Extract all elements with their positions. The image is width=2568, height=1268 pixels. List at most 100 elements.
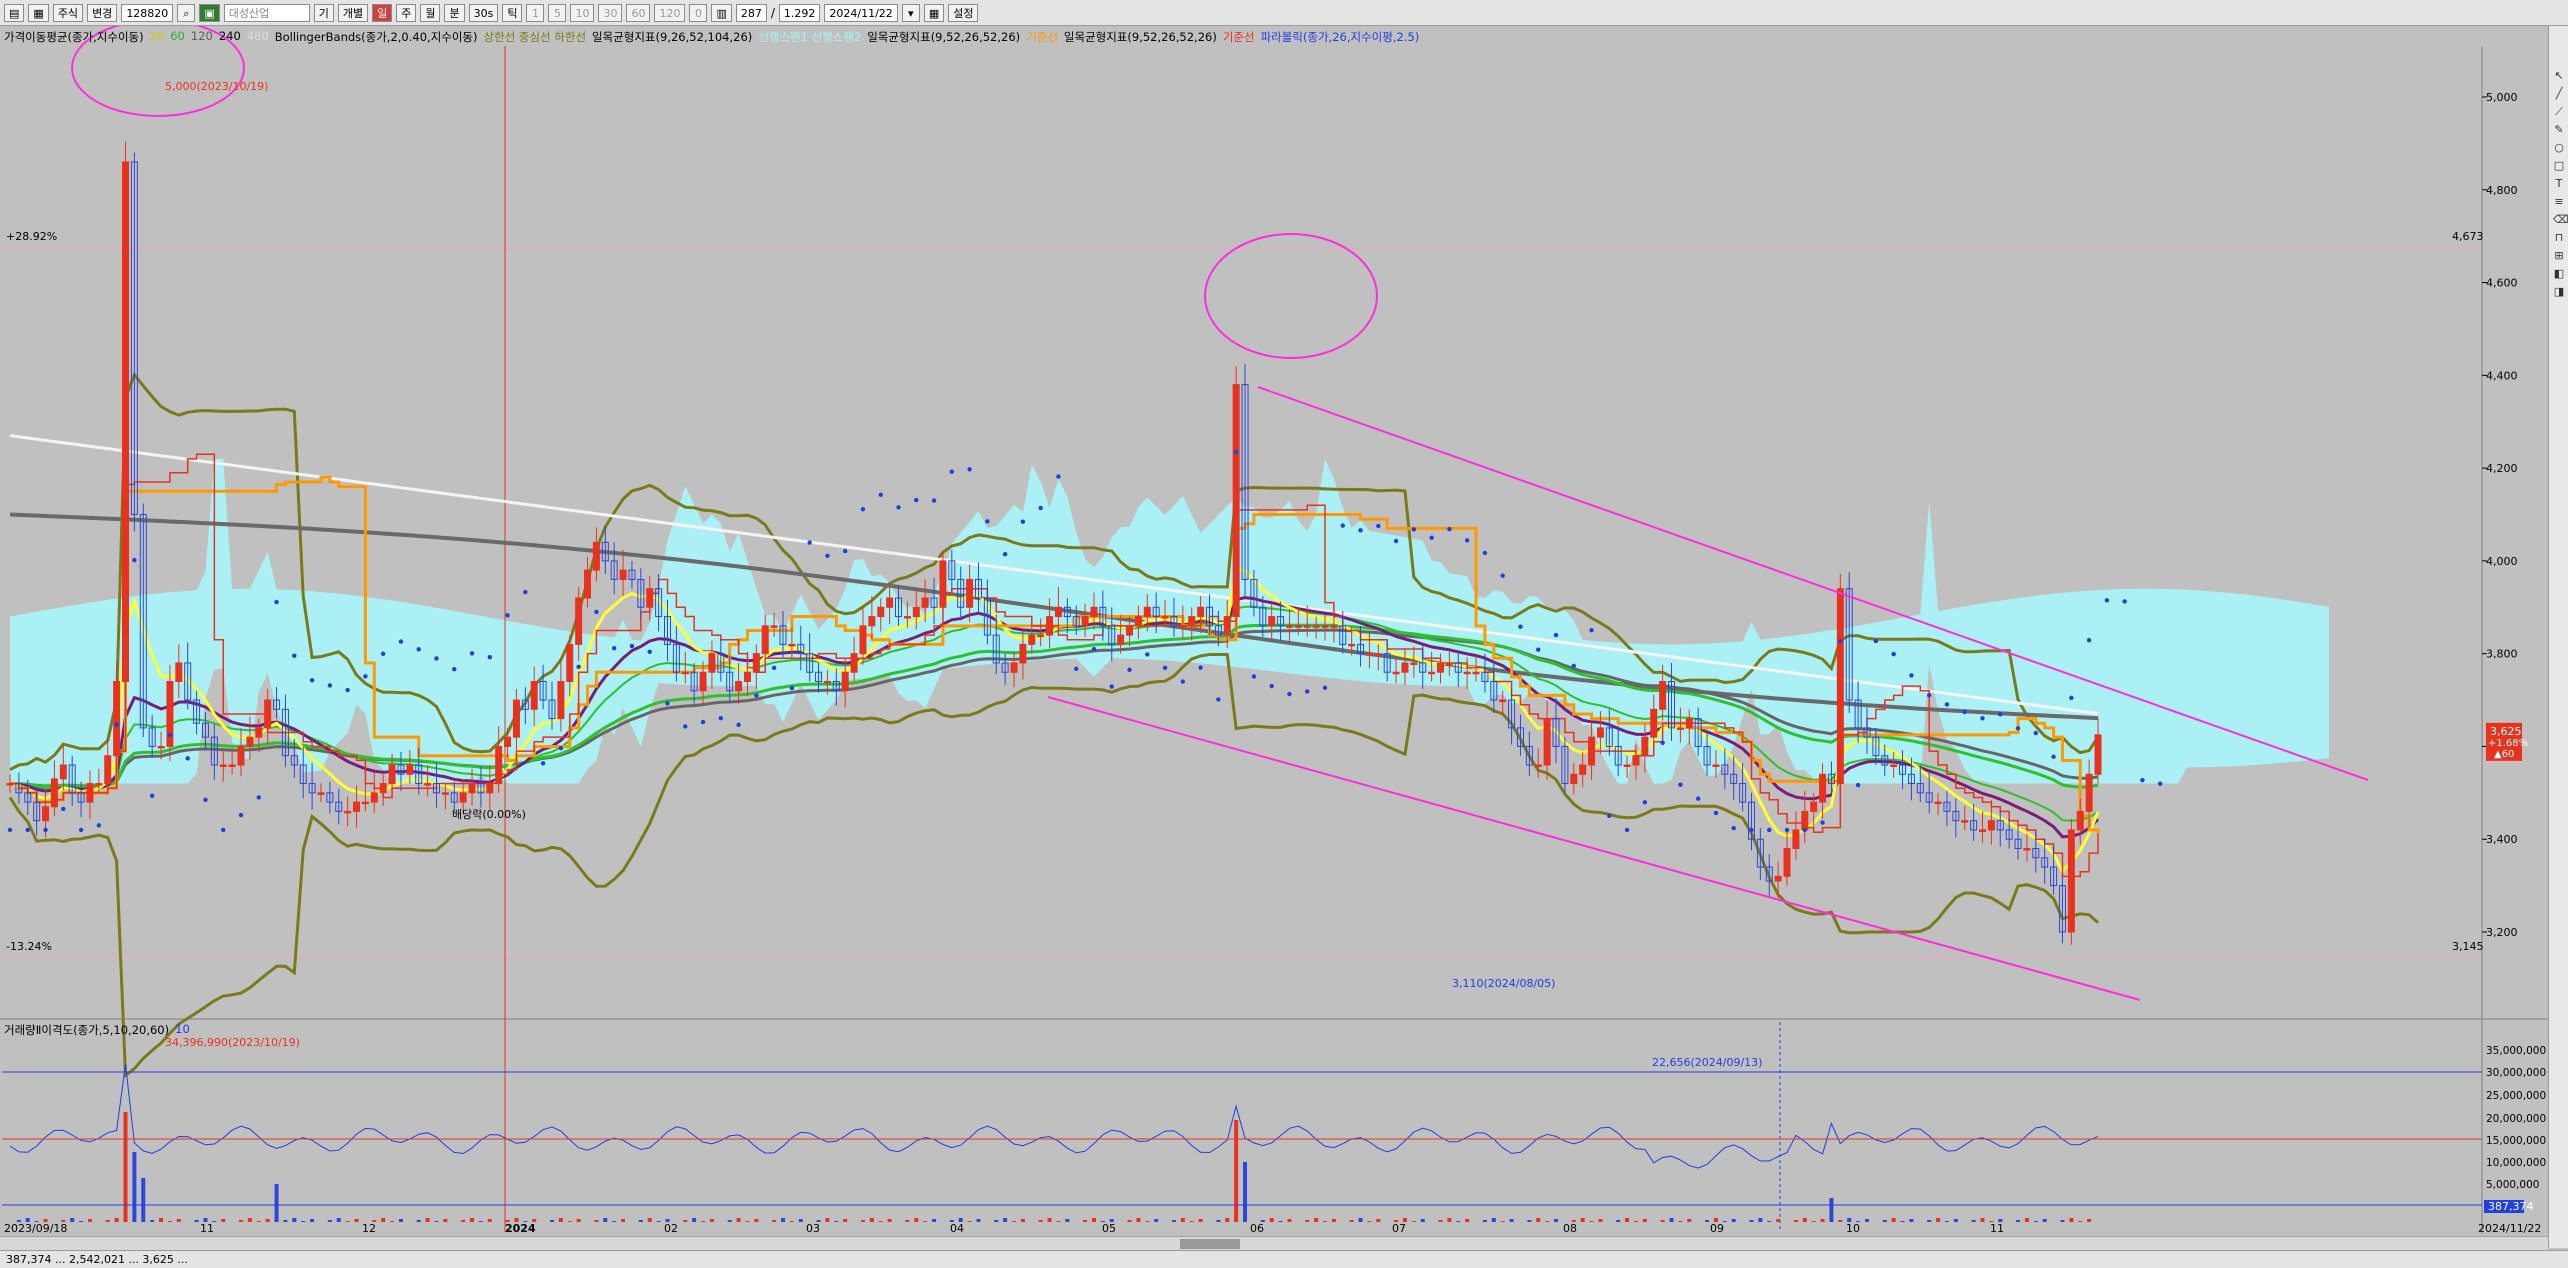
volume-legend-name[interactable]: 거래량Ⅱ이격도(종가,5,10,20,60) — [4, 1022, 169, 1038]
chart-canvas[interactable]: 5,000(2023/10/19) 3,110(2024/08/05) +28.92… — [0, 26, 2548, 1236]
candle-body — [584, 569, 592, 599]
legend-ichimoku2[interactable]: 일목균형지표(9,52,26,52,26) — [867, 29, 1020, 45]
legend-ma-name[interactable]: 가격이동평균(종가,지수이동) — [4, 29, 144, 45]
line-tool-icon[interactable]: ╱ — [2553, 88, 2565, 100]
period-day[interactable]: 일 — [372, 3, 393, 22]
magnet-icon[interactable]: ⊓ — [2553, 232, 2565, 244]
layout-icon[interactable]: ▦ — [28, 3, 49, 22]
status-text: 387,374 ... 2,542,021 ... 3,625 ... — [6, 1253, 188, 1266]
menu-icon[interactable]: ▤ — [4, 3, 25, 22]
candle-body — [1987, 820, 1995, 831]
minute-opt-120[interactable]: 120 — [654, 3, 686, 22]
minute-opt-60[interactable]: 60 — [626, 3, 651, 22]
parabolic-dot — [1660, 740, 1665, 745]
volume-bar — [1678, 1221, 1683, 1222]
rect-tool-icon[interactable]: □ — [2553, 160, 2565, 172]
period-tick[interactable]: 틱 — [502, 3, 523, 22]
chevron-down-icon[interactable]: ▾ — [901, 3, 920, 22]
parabolic-dot — [1909, 673, 1914, 678]
fib-tool-icon[interactable]: ≡ — [2553, 196, 2565, 208]
legend-ichimoku1[interactable]: 일목균형지표(9,26,52,104,26) — [592, 29, 752, 45]
period-minute[interactable]: 분 — [444, 3, 465, 22]
parabolic-dot — [594, 609, 599, 615]
date-input[interactable]: 2024/11/22 — [824, 3, 898, 22]
change-button[interactable]: 변경 — [87, 3, 118, 22]
volume-bar — [1047, 1218, 1052, 1222]
candle-body — [868, 616, 876, 627]
minute-opt-30[interactable]: 30 — [598, 3, 623, 22]
candle-body — [841, 671, 849, 692]
volume-bar — [1091, 1218, 1096, 1222]
period-individual[interactable]: 개별 — [337, 3, 369, 22]
parabolic-dot — [736, 722, 741, 727]
parabolic-dot — [1980, 716, 1985, 721]
period-month[interactable]: 월 — [420, 3, 441, 22]
calendar-icon[interactable]: ▦ — [923, 3, 945, 22]
legend-ma-60: 60 — [170, 29, 185, 43]
cursor-icon[interactable]: ↖ — [2553, 70, 2565, 82]
period-gi[interactable]: 기 — [313, 3, 334, 22]
layers-icon[interactable]: ◨ — [2553, 286, 2565, 298]
pen-icon[interactable]: ✎ — [2553, 124, 2565, 136]
candle-body — [1499, 699, 1507, 703]
grid-icon[interactable]: ▥ — [711, 3, 732, 22]
ratio-input[interactable]: 1.292 — [778, 3, 821, 22]
legend-ichimoku3[interactable]: 일목균형지표(9,52,26,52,26) — [1064, 29, 1217, 45]
chart-scrollbar[interactable] — [0, 1236, 2548, 1251]
volume-bar — [1447, 1218, 1452, 1222]
minute-opt-5[interactable]: 5 — [548, 3, 567, 22]
x-tick-label: 03 — [806, 1222, 820, 1235]
trend-tool-icon[interactable]: ⟋ — [2553, 106, 2565, 118]
minute-opt-10[interactable]: 10 — [570, 3, 595, 22]
candle-body — [495, 745, 503, 785]
candle-body — [344, 810, 352, 814]
legend-ma-20: 20 — [149, 29, 165, 43]
volume-bar — [612, 1221, 617, 1222]
x-tick-label: 05 — [1102, 1222, 1116, 1235]
market-select[interactable]: 주식 — [52, 3, 84, 22]
volume-bar — [398, 1219, 403, 1222]
candle-body — [1179, 625, 1187, 628]
candle-body — [859, 625, 867, 655]
candle-body — [823, 680, 831, 684]
candle-body — [761, 625, 769, 655]
eraser-icon[interactable]: ⌫ — [2553, 214, 2568, 226]
color-tool-icon[interactable]: ◧ — [2553, 268, 2565, 280]
legend-parabolic[interactable]: 파라볼릭(종가,26,지수이평,2.5) — [1261, 29, 1420, 45]
settings-button[interactable]: 설정 — [948, 3, 979, 22]
grid-tool-icon[interactable]: ⊞ — [2553, 250, 2565, 262]
candle-body — [50, 778, 58, 808]
parabolic-dot — [2069, 695, 2074, 701]
candle-body — [743, 671, 751, 682]
candle-body — [255, 727, 263, 738]
volume-bar — [1269, 1218, 1274, 1222]
legend-bb-name[interactable]: BollingerBands(종가,2,0.40,지수이동) — [275, 29, 478, 45]
minute-opt-0[interactable]: 0 — [689, 3, 708, 22]
volume-bar — [2078, 1221, 2083, 1222]
stock-mode-icon[interactable]: ▣ — [199, 3, 220, 22]
search-icon[interactable]: ⌕ — [177, 3, 196, 22]
minute-opt-1[interactable]: 1 — [526, 3, 545, 22]
volume-bar — [1243, 1162, 1248, 1222]
text-tool-icon[interactable]: T — [2553, 178, 2565, 190]
scrollbar-thumb[interactable] — [1180, 1239, 1240, 1249]
stock-code-input[interactable]: 128820 — [121, 3, 174, 22]
candle-body — [1054, 606, 1062, 618]
count-input[interactable]: 287 — [735, 3, 767, 22]
volume-bar — [354, 1219, 359, 1222]
circle-tool-icon[interactable]: ○ — [2553, 142, 2565, 154]
parabolic-dot — [238, 812, 244, 818]
parabolic-dot — [2051, 754, 2056, 759]
candle-body — [1463, 671, 1471, 675]
parabolic-dot — [309, 678, 315, 683]
period-30s[interactable]: 30s — [468, 3, 499, 22]
candle-body — [237, 745, 245, 766]
candle-body — [886, 597, 894, 608]
period-week[interactable]: 주 — [396, 3, 417, 22]
parabolic-dot — [558, 745, 564, 751]
volume-bar — [478, 1221, 483, 1222]
x-tick-label: 2024 — [505, 1222, 536, 1235]
candle-body — [1401, 662, 1409, 673]
candle-body — [1348, 643, 1356, 647]
high-label: 5,000(2023/10/19) — [165, 80, 268, 93]
